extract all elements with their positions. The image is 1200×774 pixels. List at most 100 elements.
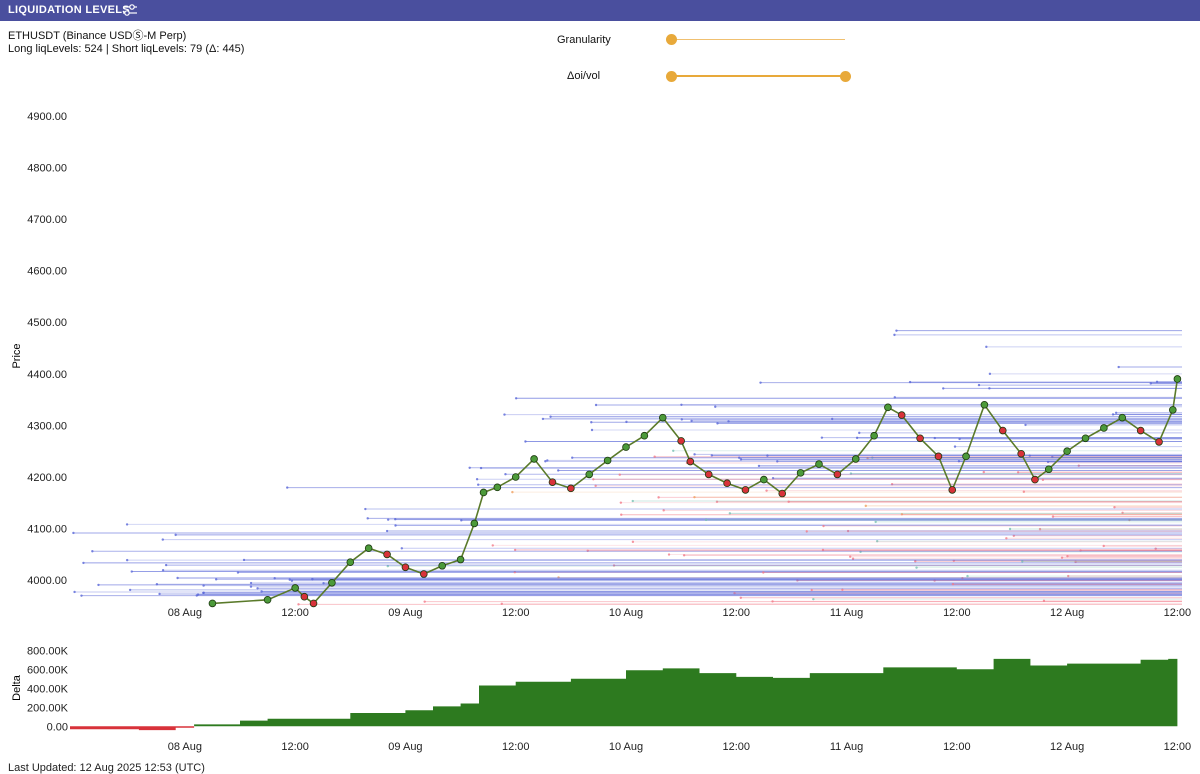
liq-level-dot bbox=[423, 600, 426, 603]
liq-level-dot bbox=[766, 454, 769, 457]
delta-positive-area bbox=[70, 640, 1178, 727]
liq-level-dot bbox=[631, 499, 634, 503]
liq-level-dot bbox=[500, 602, 503, 605]
liq-level-dot bbox=[249, 585, 253, 588]
oivol-slider-handle-low[interactable] bbox=[666, 71, 677, 82]
oivol-range-track[interactable] bbox=[671, 75, 845, 77]
liq-level-dot bbox=[855, 436, 859, 440]
liq-level-dot bbox=[933, 436, 936, 440]
liq-level-dot bbox=[242, 558, 246, 562]
delta-tick-label: 800.00K bbox=[27, 645, 69, 657]
liq-level-dot bbox=[504, 473, 507, 476]
liq-level-dot bbox=[479, 466, 483, 470]
liq-level-dot bbox=[895, 329, 898, 332]
liq-level-dot bbox=[690, 419, 693, 423]
liq-level-dot bbox=[667, 553, 671, 556]
liq-level-dot bbox=[988, 372, 992, 376]
symbol-label: ETHUSDT (Binance USDⓈ-M Perp) bbox=[8, 30, 187, 42]
granularity-slider-handle[interactable] bbox=[666, 34, 677, 45]
liq-level-dot bbox=[366, 517, 369, 520]
price-marker bbox=[291, 584, 299, 592]
liq-level-dot bbox=[72, 531, 75, 535]
liq-level-dot bbox=[951, 583, 955, 586]
price-tick-label: 4300.00 bbox=[27, 420, 67, 432]
delta-tick-label: 400.00K bbox=[27, 683, 69, 695]
price-marker bbox=[470, 519, 479, 528]
price-marker bbox=[677, 437, 685, 445]
oivol-slider-handle-high[interactable] bbox=[840, 71, 851, 82]
liq-level-dot bbox=[549, 415, 552, 418]
liq-level-dot bbox=[771, 600, 774, 603]
price-marker bbox=[1100, 424, 1108, 432]
liq-level-dot bbox=[557, 469, 560, 472]
price-marker bbox=[328, 578, 336, 587]
liq-level-dot bbox=[953, 445, 957, 448]
liq-level-dot bbox=[475, 478, 479, 481]
granularity-track[interactable] bbox=[671, 39, 845, 40]
price-marker bbox=[530, 455, 538, 463]
price-marker bbox=[208, 599, 217, 608]
liq-level-dot bbox=[619, 501, 623, 504]
liq-level-dot bbox=[400, 547, 403, 550]
liq-level-dot bbox=[1060, 556, 1064, 559]
liq-level-dot bbox=[385, 529, 389, 533]
time-tick-label: 11 Aug bbox=[830, 607, 863, 619]
liq-level-dot bbox=[727, 420, 730, 423]
delta-tick-label: 200.00K bbox=[27, 702, 69, 714]
liq-level-dot bbox=[297, 603, 300, 606]
delta-negative-area bbox=[70, 726, 1178, 731]
price-marker bbox=[833, 470, 842, 479]
liq-level-dot bbox=[286, 486, 289, 489]
delta-x-axis: 08 Aug 12:00 09 Aug 12:00 10 Aug 12:00 11 Aug 1… bbox=[168, 741, 1191, 753]
price-marker bbox=[567, 484, 575, 493]
liq-level-dot bbox=[590, 421, 593, 424]
time-tick-label: 12:00 bbox=[723, 607, 751, 619]
liq-level-dot bbox=[849, 555, 852, 558]
liq-level-dot bbox=[1113, 505, 1116, 509]
liq-level-dot bbox=[202, 584, 205, 587]
sliders-icon[interactable] bbox=[122, 3, 138, 17]
delta-time-tick-label: 12:00 bbox=[943, 741, 971, 753]
price-marker bbox=[760, 475, 768, 484]
price-marker bbox=[456, 555, 465, 564]
liq-level-dot bbox=[716, 422, 719, 425]
liq-level-dot bbox=[288, 578, 291, 581]
liq-levels-summary: Long liqLevels: 524 | Short liqLevels: 7… bbox=[8, 43, 245, 55]
liq-level-dot bbox=[80, 594, 83, 597]
liq-level-dot bbox=[942, 387, 945, 390]
delta-tick-label: 600.00K bbox=[27, 664, 69, 676]
liq-level-dot bbox=[1041, 478, 1045, 482]
liq-level-dot bbox=[714, 405, 717, 408]
liq-level-dot bbox=[503, 413, 506, 416]
liq-level-dot bbox=[176, 576, 179, 580]
price-tick-label: 4900.00 bbox=[27, 111, 67, 123]
liq-level-dot bbox=[810, 588, 813, 592]
price-marker bbox=[962, 452, 970, 461]
price-marker bbox=[1173, 375, 1182, 383]
price-tick-label: 4000.00 bbox=[27, 575, 67, 587]
liq-level-dot bbox=[739, 458, 743, 461]
delta-time-tick-label: 12 Aug bbox=[1050, 741, 1084, 753]
liq-level-dot bbox=[524, 440, 527, 443]
price-axis-label: Price bbox=[11, 343, 23, 368]
liq-level-dot bbox=[864, 504, 867, 508]
liq-level-dot bbox=[805, 530, 808, 533]
price-marker bbox=[493, 483, 502, 492]
liq-level-dot bbox=[693, 453, 696, 456]
time-tick-label: 09 Aug bbox=[388, 607, 422, 619]
liq-level-dot bbox=[893, 333, 896, 337]
price-marker bbox=[897, 411, 906, 419]
last-updated: Last Updated: 12 Aug 2025 12:53 (UTC) bbox=[8, 762, 205, 774]
price-marker bbox=[980, 400, 989, 409]
delta-tick-label: 0.00 bbox=[47, 721, 68, 733]
price-marker bbox=[438, 561, 446, 570]
liq-level-dot bbox=[546, 459, 549, 462]
liq-level-dot bbox=[988, 387, 991, 390]
price-marker bbox=[640, 431, 649, 440]
liq-level-dot bbox=[73, 590, 76, 594]
price-tick-label: 4400.00 bbox=[27, 369, 67, 381]
price-marker bbox=[815, 460, 823, 468]
price-marker bbox=[263, 596, 272, 604]
delta-y-axis: 0.00 200.00K 400.00K 600.00K 800.00K bbox=[27, 645, 69, 733]
liq-level-dot bbox=[757, 464, 761, 468]
